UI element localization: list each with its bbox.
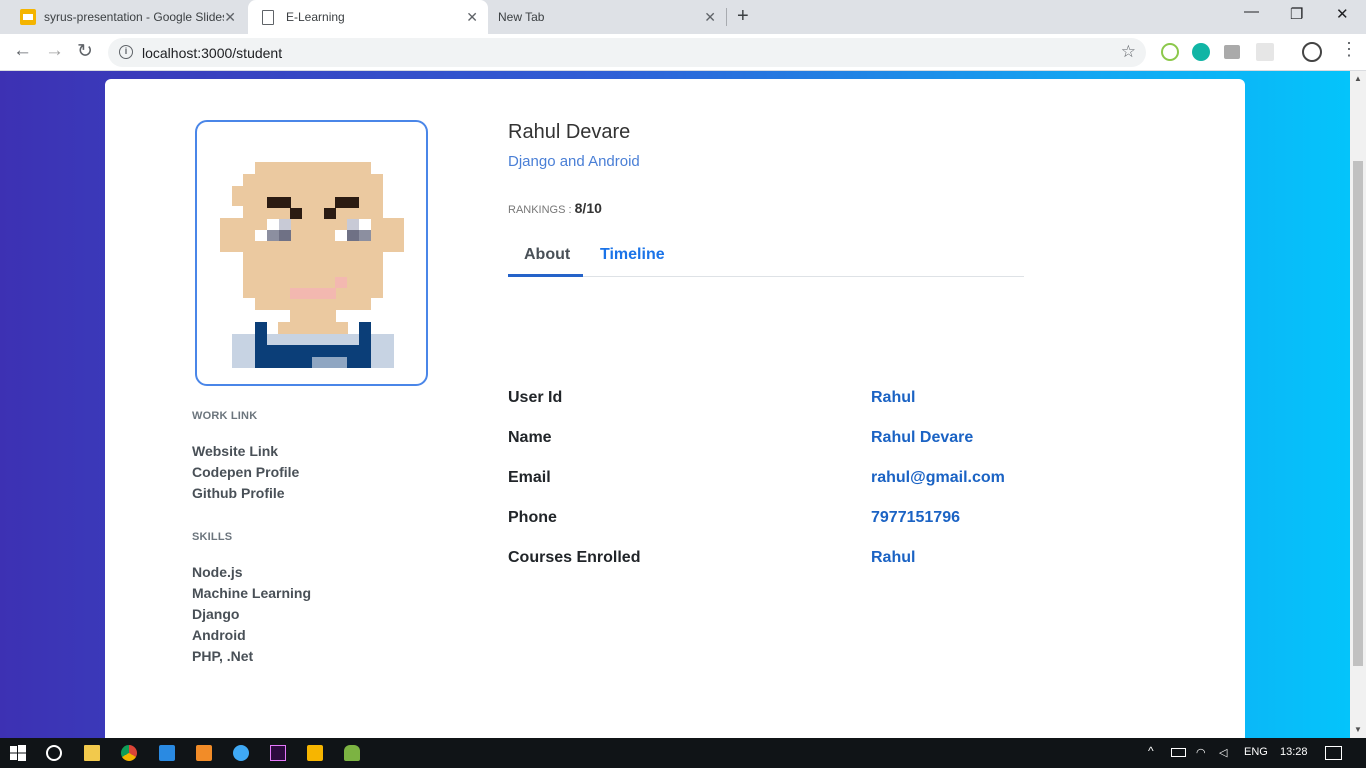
skill-item: PHP, .Net [192,648,254,664]
browser-tab-newtab[interactable]: New Tab ✕ [488,0,726,34]
windows-taskbar: ^ ◠ ◁ ENG 13:28 [0,738,1366,768]
clock[interactable]: 13:28 [1280,746,1308,758]
wifi-icon[interactable]: ◠ [1196,746,1206,759]
site-info-icon[interactable]: i [119,45,133,59]
language-indicator[interactable]: ENG [1244,746,1268,758]
premiere-pro-icon[interactable] [270,745,286,761]
m-extension-icon[interactable] [1192,43,1210,61]
rankings-value: 8/10 [574,200,602,216]
address-bar[interactable]: i localhost:3000/student ☆ [108,38,1146,67]
browser-tab-elearning[interactable]: E-Learning ✕ [248,0,488,34]
info-label: Phone [508,509,557,526]
show-hidden-icons-icon[interactable]: ^ [1148,744,1154,758]
info-value: Rahul [871,389,916,406]
close-tab-icon[interactable]: ✕ [466,9,478,26]
info-label: Name [508,429,552,446]
windows-start-icon[interactable] [10,745,26,761]
n-app-icon[interactable] [307,745,323,761]
sublime-text-icon[interactable] [196,745,212,761]
page-background: WORK LINK Website Link Codepen Profile G… [0,71,1350,738]
skills-list: Node.js Machine Learning Django Android … [192,562,311,667]
info-value: Rahul Devare [871,429,974,446]
skills-heading: SKILLS [192,531,233,543]
battery-icon[interactable] [1171,748,1186,757]
notifications-icon[interactable] [1325,746,1342,760]
browser-toolbar: ← → ↻ i localhost:3000/student ☆ ⋮ [0,34,1366,71]
back-arrow-icon[interactable]: ← [13,40,32,62]
google-slides-icon [20,9,36,25]
info-row-user-id: User Id Rahul [508,389,1128,413]
menu-dots-icon[interactable]: ⋮ [1340,39,1358,60]
restore-icon[interactable]: ❐ [1290,5,1303,23]
github-profile-link[interactable]: Github Profile [192,483,299,504]
info-value: rahul@gmail.com [871,469,1005,486]
pixel-avatar-image [220,162,404,368]
info-value: Rahul [871,549,916,566]
close-tab-icon[interactable]: ✕ [704,9,716,26]
drive-extension-icon[interactable] [1224,45,1240,59]
active-tab-indicator [508,274,583,277]
profile-tabs: About Timeline [508,237,1024,277]
node-extension-icon[interactable] [1161,43,1179,61]
rankings: RANKINGS : 8/10 [508,200,602,216]
profile-name: Rahul Devare [508,121,631,143]
profile-subtitle: Django and Android [508,153,640,170]
rankings-label: RANKINGS : [508,204,572,216]
info-label: Courses Enrolled [508,549,641,566]
new-tab-plus-icon[interactable]: + [737,5,749,28]
tab-about[interactable]: About [524,246,570,264]
profile-card: WORK LINK Website Link Codepen Profile G… [105,79,1245,738]
avatar [195,120,428,386]
app-icon[interactable] [233,745,249,761]
info-value: 7977151796 [871,509,960,526]
tab-title: E-Learning [286,10,345,24]
codepen-profile-link[interactable]: Codepen Profile [192,462,299,483]
cortana-search-icon[interactable] [46,745,62,761]
work-link-list: Website Link Codepen Profile Github Prof… [192,441,299,504]
page-icon [262,9,274,25]
info-row-courses-enrolled: Courses Enrolled Rahul [508,549,1128,573]
close-tab-icon[interactable]: ✕ [224,9,236,26]
info-label: Email [508,469,551,486]
url-text[interactable]: localhost:3000/student [142,45,282,61]
bookmark-star-icon[interactable]: ☆ [1121,42,1136,62]
scroll-up-arrow-icon[interactable]: ▲ [1354,74,1362,83]
android-studio-icon[interactable] [344,745,360,761]
chrome-icon[interactable] [121,745,137,761]
forward-arrow-icon[interactable]: → [45,40,64,62]
profile-avatar-icon[interactable] [1302,42,1322,62]
minimize-icon[interactable]: — [1244,3,1259,20]
volume-icon[interactable]: ◁ [1219,746,1227,759]
scrollbar-thumb[interactable] [1353,161,1363,666]
work-link-heading: WORK LINK [192,410,258,422]
skill-item: Django [192,606,240,622]
skill-item: Machine Learning [192,585,312,601]
tab-timeline[interactable]: Timeline [600,246,665,264]
tab-separator [726,8,727,26]
tab-title: New Tab [498,10,545,24]
info-row-phone: Phone 7977151796 [508,509,1128,533]
skill-item: Node.js [192,564,243,580]
reload-icon[interactable]: ↻ [77,40,93,63]
browser-tab-bar: syrus-presentation - Google Slides ✕ E-L… [0,0,1366,34]
info-label: User Id [508,389,563,406]
close-window-icon[interactable]: ✕ [1336,5,1349,23]
tab-title: syrus-presentation - Google Slides [44,10,224,24]
file-explorer-icon[interactable] [84,745,100,761]
info-row-name: Name Rahul Devare [508,429,1128,453]
browser-tab-slides[interactable]: syrus-presentation - Google Slides ✕ [8,0,246,34]
page-scrollbar[interactable]: ▲ ▼ [1350,71,1366,738]
website-link[interactable]: Website Link [192,441,299,462]
extension-icon[interactable] [1256,43,1274,61]
skill-item: Android [192,627,246,643]
vscode-icon[interactable] [159,745,175,761]
scroll-down-arrow-icon[interactable]: ▼ [1354,725,1362,734]
info-row-email: Email rahul@gmail.com [508,469,1128,493]
